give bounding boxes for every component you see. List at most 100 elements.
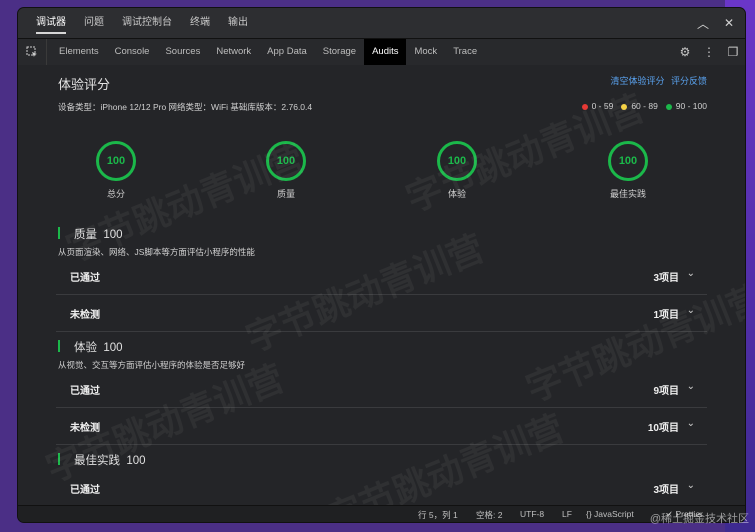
section-score: 100 [103,342,123,354]
tab-audits[interactable]: Audits [364,39,407,65]
tab-mock[interactable]: Mock [406,39,445,65]
row-label: 未检测 [70,310,100,321]
tab-output[interactable]: 输出 [219,8,257,38]
file-encoding[interactable]: UTF-8 [520,509,544,519]
row-count: 3项目 [653,273,679,284]
section-title: 质量 100 [74,226,123,242]
gauge-label: 最佳实践 [609,189,646,199]
gauge-label: 体验 [447,189,466,199]
tab-trace[interactable]: Trace [445,39,485,65]
more-vertical-icon[interactable]: ⋮ [703,45,715,59]
red-dot-icon [581,103,588,110]
tab-elements[interactable]: Elements [51,39,107,65]
corner-watermark: @稀土掘金技术社区 [649,513,749,525]
gauge-best-practice: 100 最佳实践 [598,141,658,200]
legend-item-yellow: 60 - 89 [621,101,658,111]
yellow-dot-icon [621,103,628,110]
chevron-down-icon[interactable]: ⌄ [687,480,695,491]
row-passed[interactable]: 已通过 9项目 ⌄ [56,371,707,408]
chevron-down-icon[interactable]: ⌄ [687,268,695,279]
section-experience: 体验 100 从视觉、交互等方面评估小程序的体验是否足够好 已通过 9项目 ⌄ … [56,339,707,445]
row-unchecked[interactable]: 未检测 1项目 ⌄ [56,295,707,332]
section-name: 最佳实践 [74,455,120,467]
language-mode[interactable]: {} JavaScript [586,509,634,519]
indent-spaces[interactable]: 空格: 2 [476,509,502,521]
legend-item-green: 90 - 100 [665,101,707,111]
header-links: 清空体验评分 评分反馈 [606,74,707,87]
status-bar: 行 5，列 1 空格: 2 UTF-8 LF {} JavaScript ✓ P… [18,505,745,522]
row-count: 9项目 [653,386,679,397]
section-title: 体验 100 [74,339,123,355]
gauge-total: 100 总分 [86,141,146,200]
audits-panel: 体验评分 清空体验评分 评分反馈 设备类型：iPhone 12/12 Pro 网… [18,65,745,506]
green-dot-icon [665,103,672,110]
section-score: 100 [103,229,123,241]
tab-debug-console[interactable]: 调试控制台 [113,8,181,38]
legend-label: 60 - 89 [631,101,658,111]
row-label: 已通过 [70,485,100,496]
row-label: 已通过 [70,386,100,397]
gauge-label: 总分 [106,189,125,199]
section-score: 100 [126,455,146,467]
tab-terminal[interactable]: 终端 [181,8,219,38]
dock-icon[interactable]: ❐ [727,45,739,59]
section-name: 体验 [74,342,97,354]
tab-console[interactable]: Console [107,39,158,65]
gauge-score: 100 [96,141,136,181]
chevron-down-icon[interactable]: ⌄ [687,381,695,392]
tab-sources[interactable]: Sources [157,39,208,65]
row-count: 3项目 [653,485,679,496]
tab-problems[interactable]: 问题 [75,8,113,38]
section-header: 质量 100 [56,226,707,242]
audits-inner: 体验评分 清空体验评分 评分反馈 设备类型：iPhone 12/12 Pro 网… [56,65,707,506]
score-feedback-link[interactable]: 评分反馈 [671,76,707,86]
chevron-down-icon[interactable]: ⌄ [687,418,695,429]
tab-storage[interactable]: Storage [315,39,364,65]
gauge-experience: 100 体验 [427,141,487,200]
gauge-quality: 100 质量 [256,141,316,200]
close-icon[interactable]: ✕ [723,16,735,30]
row-passed[interactable]: 已通过 3项目 ⌄ [56,470,707,506]
devtools-toolbar: Elements Console Sources Network App Dat… [18,39,745,66]
tab-app-data[interactable]: App Data [259,39,315,65]
section-accent-bar [58,340,60,352]
section-quality: 质量 100 从页面渲染、网络、JS脚本等方面评估小程序的性能 已通过 3项目 … [56,226,707,332]
score-legend: 0 - 59 60 - 89 90 - 100 [581,101,707,111]
section-best-practice: 最佳实践 100 已通过 3项目 ⌄ [56,452,707,506]
row-label: 已通过 [70,273,100,284]
gauge-score: 100 [266,141,306,181]
inspect-element-icon[interactable] [18,39,47,65]
section-header: 体验 100 [56,339,707,355]
section-accent-bar [58,227,60,239]
devtools-window: 调试器 问题 调试控制台 终端 输出 ︿ ✕ Elements Console … [18,8,745,522]
tab-debugger[interactable]: 调试器 [27,8,75,38]
row-unchecked[interactable]: 未检测 10项目 ⌄ [56,408,707,445]
score-gauges: 100 总分 100 质量 100 体验 100 最佳实践 [56,141,707,201]
cursor-position[interactable]: 行 5，列 1 [418,509,458,521]
row-passed[interactable]: 已通过 3项目 ⌄ [56,258,707,295]
device-info: 设备类型：iPhone 12/12 Pro 网络类型：WiFi 基础库版本：2.… [58,102,313,112]
tab-network[interactable]: Network [208,39,259,65]
legend-item-red: 0 - 59 [581,101,614,111]
gauge-score: 100 [437,141,477,181]
page-title: 体验评分 [58,77,111,92]
line-ending[interactable]: LF [562,509,572,519]
legend-label: 90 - 100 [675,101,707,111]
gear-icon[interactable]: ⚙ [679,45,691,59]
clear-score-link[interactable]: 清空体验评分 [610,76,664,86]
legend-label: 0 - 59 [591,101,614,111]
tab-label: 调试器 [36,17,66,34]
section-title: 最佳实践 100 [74,452,146,468]
chevron-up-icon[interactable]: ︿ [697,15,709,32]
bottom-panel-tabbar: 调试器 问题 调试控制台 终端 输出 ︿ ✕ [18,8,745,39]
section-accent-bar [58,453,60,465]
panel-controls: ︿ ✕ [697,8,735,38]
chevron-down-icon[interactable]: ⌄ [687,305,695,316]
section-description: 从页面渲染、网络、JS脚本等方面评估小程序的性能 [58,247,255,257]
section-name: 质量 [74,229,97,241]
row-count: 1项目 [653,310,679,321]
section-header: 最佳实践 100 [56,452,707,468]
toolbar-actions: ⚙ ⋮ ❐ [679,39,739,65]
gauge-score: 100 [608,141,648,181]
gauge-label: 质量 [276,189,295,199]
